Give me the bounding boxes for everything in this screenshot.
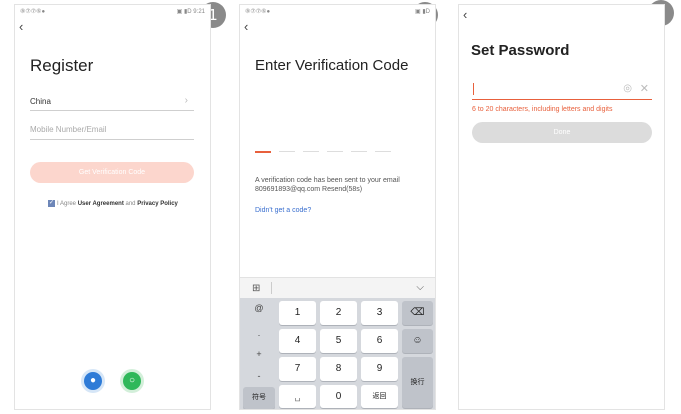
battery-icons: ▣ ▮D — [415, 9, 430, 15]
clear-icon[interactable]: ✕ — [640, 82, 649, 95]
key-at[interactable]: @ — [243, 300, 275, 322]
register-screen: ⑧⑦⑦⑥● ▣ ▮D 9:21 ‹ Register China › Mobil… — [14, 4, 211, 410]
key-minus[interactable]: - — [243, 366, 275, 386]
page-title: Register — [30, 56, 94, 75]
status-bar: ⑧⑦⑦⑥● ▣ ▮D — [245, 8, 430, 17]
battery-time: ▣ ▮D 9:21 — [176, 9, 205, 15]
code-digit-slot — [279, 151, 295, 152]
back-icon[interactable]: ‹ — [244, 20, 248, 34]
back-icon[interactable]: ‹ — [19, 20, 23, 34]
key-5[interactable]: 5 — [320, 329, 357, 353]
privacy-policy-link[interactable]: Privacy Policy — [137, 201, 178, 207]
page-title: Set Password — [471, 42, 570, 59]
key-8[interactable]: 8 — [320, 357, 357, 381]
code-digit-slot — [327, 151, 343, 152]
set-password-screen: ‹ Set Password ◎ ✕ 6 to 20 characters, i… — [458, 4, 665, 410]
enter-key[interactable]: 换行 — [402, 357, 433, 408]
code-sent-message: A verification code has been sent to you… — [255, 177, 400, 193]
status-bar: ⑧⑦⑦⑥● ▣ ▮D 9:21 — [20, 8, 205, 17]
didnt-get-code-link[interactable]: Didn't get a code? — [255, 207, 311, 214]
password-input[interactable]: ◎ ✕ — [472, 80, 652, 100]
key-6[interactable]: 6 — [361, 329, 398, 353]
key-plus[interactable]: + — [243, 344, 275, 364]
text-caret — [473, 83, 474, 95]
numeric-keyboard: @ . + - 符号 1 2 3 4 5 6 7 8 9 ␣ 0 返回 ⌫ ☺ … — [240, 298, 435, 409]
signal-icons: ⑧⑦⑦⑥● — [20, 9, 46, 15]
code-digit-slot — [375, 151, 391, 152]
emoji-key-icon[interactable]: ☺ — [402, 329, 433, 353]
agreement-row: ✓ I Agree User Agreement and Privacy Poli… — [48, 200, 178, 207]
password-hint: 6 to 20 characters, including letters an… — [472, 106, 613, 113]
code-digit-slot — [351, 151, 367, 152]
grid-icon[interactable]: ⊞ — [252, 283, 260, 294]
eye-icon[interactable]: ◎ — [623, 83, 632, 94]
verification-screen: ⑧⑦⑦⑥● ▣ ▮D ‹ Enter Verification Code A v… — [239, 4, 436, 410]
account-input[interactable]: Mobile Number/Email — [30, 125, 194, 140]
agree-prefix: I Agree — [57, 201, 77, 208]
user-agreement-link[interactable]: User Agreement — [78, 201, 124, 207]
code-input[interactable] — [255, 151, 395, 153]
key-0[interactable]: 0 — [320, 385, 357, 408]
checkbox[interactable]: ✓ — [48, 200, 55, 207]
keyboard-hide-icon[interactable]: ⌵ — [416, 282, 424, 293]
wechat-icon[interactable]: ○ — [123, 372, 141, 390]
done-button[interactable]: Done — [472, 122, 652, 143]
divider — [271, 282, 272, 294]
key-space[interactable]: ␣ — [279, 385, 316, 408]
key-9[interactable]: 9 — [361, 357, 398, 381]
keyboard-toolbar: ⊞ ⌵ — [240, 277, 435, 298]
delete-key-icon[interactable]: ⌫ — [402, 301, 433, 325]
country-selector[interactable]: China › — [30, 95, 194, 111]
page-title: Enter Verification Code — [255, 57, 409, 74]
code-digit-slot — [255, 151, 271, 153]
get-verification-code-button[interactable]: Get Verification Code — [30, 162, 194, 183]
country-value: China — [30, 97, 51, 106]
key-2[interactable]: 2 — [320, 301, 357, 325]
key-7[interactable]: 7 — [279, 357, 316, 381]
key-3[interactable]: 3 — [361, 301, 398, 325]
key-4[interactable]: 4 — [279, 329, 316, 353]
qq-icon[interactable]: ● — [84, 372, 102, 390]
key-back[interactable]: 返回 — [361, 385, 398, 408]
back-icon[interactable]: ‹ — [463, 8, 467, 22]
chevron-right-icon: › — [184, 95, 188, 106]
code-digit-slot — [303, 151, 319, 152]
key-symbols[interactable]: 符号 — [243, 387, 275, 409]
and-text: and — [125, 201, 136, 208]
signal-icons: ⑧⑦⑦⑥● — [245, 9, 271, 15]
key-dot[interactable]: . — [243, 326, 275, 340]
key-1[interactable]: 1 — [279, 301, 316, 325]
